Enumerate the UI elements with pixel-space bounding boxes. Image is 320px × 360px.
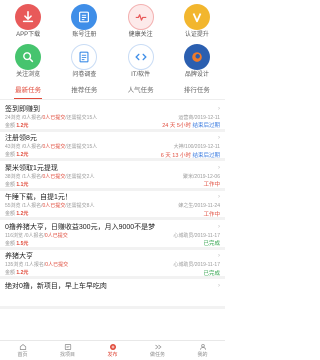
- task-title: 0撸养猪大亨，日赚收益300元，月入9000不是梦: [5, 223, 156, 231]
- task-title: 签到即赚到: [5, 105, 40, 113]
- grid-item-app-download[interactable]: APP下载: [0, 2, 56, 42]
- nav-home[interactable]: 首页: [0, 341, 45, 360]
- chevron-right-icon: ›: [218, 282, 220, 289]
- grid-item-health[interactable]: 健康关注: [113, 2, 169, 42]
- task-icon: [154, 344, 161, 350]
- download-icon: [15, 4, 42, 30]
- list-item[interactable]: 聚米领取1元提现 › 38浏览 /1人报名/0人已提交/还需提交2人 聚米/20…: [0, 161, 225, 191]
- tab-ranking[interactable]: 排行任务: [169, 84, 225, 99]
- register-icon: [71, 4, 98, 30]
- user-icon: [199, 344, 206, 350]
- nav-mine[interactable]: 我的: [180, 341, 225, 360]
- task-meta: 116浏览 /0人报名/0人已提交: [5, 232, 68, 239]
- grid-item-brand-design[interactable]: 品牌设计: [169, 42, 225, 82]
- chevron-right-icon: ›: [218, 135, 220, 141]
- task-publisher: 运营商/2019-12-11: [178, 114, 220, 121]
- tab-latest[interactable]: 最新任务: [0, 84, 56, 99]
- nav-label: 发布: [107, 352, 118, 358]
- chevron-right-icon: ›: [218, 223, 220, 230]
- grid-item-survey[interactable]: 问卷调查: [56, 42, 112, 82]
- task-title: 养猪大亨: [5, 253, 33, 260]
- chevron-right-icon: ›: [218, 253, 220, 259]
- task-meta: 55浏览 /1人报名/0人已提交/还需提交8人: [5, 203, 95, 209]
- task-title: 午睡下载，自提1元！: [5, 194, 72, 201]
- task-publisher: 心城助员/2019-11-17: [173, 262, 220, 268]
- tab-recommended[interactable]: 推荐任务: [56, 84, 112, 99]
- task-reward: 金额 1.2元: [5, 270, 29, 276]
- task-meta: 43浏览 /0人报名/0人已提交/还需提交15人: [5, 144, 98, 150]
- task-status: 24 天 5小时 结束后过期: [162, 123, 220, 129]
- grid-label: 健康关注: [128, 32, 153, 38]
- list-item[interactable]: 注册领8元 › 43浏览 /0人报名/0人已提交/还需提交15人 大神/100/…: [0, 132, 225, 161]
- task-meta: 38浏览 /1人报名/0人已提交/还需提交2人: [5, 173, 95, 180]
- grid-label: 账号注册: [72, 32, 97, 38]
- grid-item-browse[interactable]: 关注浏览: [0, 42, 56, 82]
- grid-item-software[interactable]: IT/软件: [113, 42, 169, 82]
- firefox-icon: [183, 44, 210, 70]
- task-publisher: 聚米/2019-12-06: [183, 173, 220, 180]
- task-reward: 金额 1.2元: [5, 152, 29, 158]
- task-meta: 24浏览 /0人报名/0人已提交/还需提交15人: [5, 114, 98, 121]
- bottom-nav: 首页 找项目 发布 做任务 我的: [0, 340, 225, 360]
- project-icon: [64, 344, 71, 350]
- task-list: 签到即赚到 › 24浏览 /0人报名/0人已提交/还需提交15人 运营商/201…: [0, 102, 225, 340]
- chevron-right-icon: ›: [218, 164, 220, 171]
- task-title: 聚米领取1元提现: [5, 164, 58, 172]
- nav-do-task[interactable]: 做任务: [135, 341, 180, 360]
- task-tabs: 最新任务 推荐任务 人气任务 排行任务: [0, 84, 225, 100]
- grid-label: APP下载: [16, 32, 41, 38]
- task-reward: 金额 1.2元: [5, 211, 29, 217]
- task-publisher: 心城助员/2019-11-17: [173, 232, 220, 239]
- list-item[interactable]: 0撸养猪大亨，日赚收益300元，月入9000不是梦 › 116浏览 /0人报名/…: [0, 220, 225, 250]
- task-status: 已完成: [203, 270, 220, 277]
- task-publisher: 大神/100/2019-12-11: [173, 144, 220, 150]
- task-status: 工作中: [203, 182, 220, 188]
- task-reward: 金额 1.5元: [5, 240, 29, 247]
- grid-item-register[interactable]: 账号注册: [56, 2, 112, 42]
- nav-label: 做任务: [149, 352, 165, 358]
- chevron-right-icon: ›: [218, 194, 220, 200]
- task-reward: 金额 1.2元: [5, 122, 29, 129]
- list-item[interactable]: 绝对0撸，新项目，早上车早吃肉 ›: [0, 279, 225, 309]
- task-status: 已完成: [203, 241, 220, 247]
- grid-label: IT/软件: [131, 72, 151, 78]
- task-title: 绝对0撸，新项目，早上车早吃肉: [5, 282, 107, 290]
- grid-label: 问卷调查: [72, 72, 97, 78]
- category-grid: APP下载 账号注册 健康关注 认证提升 关注浏览 问卷调查 IT/软件 品牌设…: [0, 0, 225, 82]
- nav-label: 首页: [17, 352, 28, 358]
- grid-label: 品牌设计: [184, 72, 209, 78]
- grid-label: 关注浏览: [16, 72, 41, 78]
- browse-icon: [15, 44, 42, 70]
- task-status: 6 天 13 小时 结束后过期: [160, 152, 220, 159]
- task-publisher: 蜂之生/2019-11-24: [178, 203, 220, 209]
- grid-label: 认证提升: [184, 32, 209, 38]
- grid-item-verify[interactable]: 认证提升: [169, 2, 225, 42]
- verify-icon: [183, 4, 210, 30]
- list-item[interactable]: 签到即赚到 › 24浏览 /0人报名/0人已提交/还需提交15人 运营商/201…: [0, 102, 225, 132]
- list-item[interactable]: 养猪大亨 › 135浏览 /1人报名/0人已提交 心城助员/2019-11-17…: [0, 250, 225, 279]
- home-icon: [19, 344, 26, 350]
- nav-find-project[interactable]: 找项目: [45, 341, 90, 360]
- task-status: 工作中: [203, 211, 220, 218]
- nav-label: 找项目: [59, 352, 75, 358]
- chevron-right-icon: ›: [218, 105, 220, 112]
- health-icon: [127, 4, 154, 30]
- survey-icon: [71, 44, 98, 70]
- tab-popular[interactable]: 人气任务: [113, 84, 169, 99]
- task-meta: 135浏览 /1人报名/0人已提交: [5, 262, 69, 268]
- software-icon: [127, 44, 154, 70]
- publish-icon: [109, 344, 116, 350]
- list-item[interactable]: 午睡下载，自提1元！ › 55浏览 /1人报名/0人已提交/还需提交8人 蜂之生…: [0, 191, 225, 220]
- task-title: 注册领8元: [5, 135, 37, 142]
- nav-label: 我的: [197, 352, 208, 358]
- task-reward: 金额 1.1元: [5, 181, 29, 188]
- nav-publish[interactable]: 发布: [90, 341, 135, 360]
